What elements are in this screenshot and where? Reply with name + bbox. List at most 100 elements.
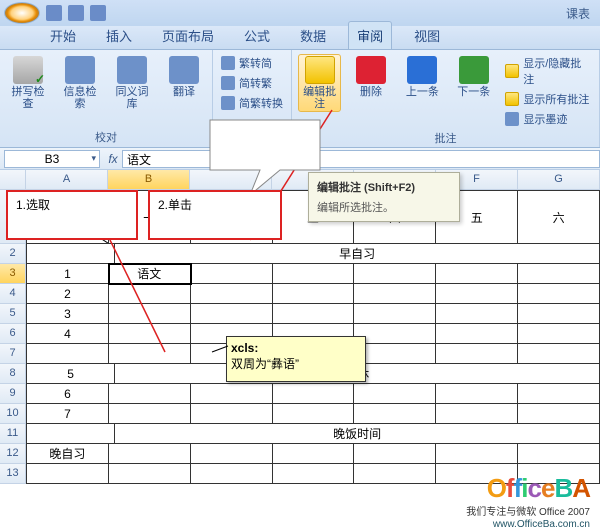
formula-input[interactable]: 语文 <box>122 150 600 168</box>
callout-select: 1.选取 <box>6 190 138 240</box>
cell-merged-r2[interactable]: 早自习 <box>115 244 600 264</box>
translate-button[interactable]: 翻译 <box>162 54 206 100</box>
rowhead-5[interactable]: 5 <box>0 304 26 324</box>
fx-icon[interactable]: fx <box>104 152 122 166</box>
delete-comment-button[interactable]: 删除 <box>349 54 392 100</box>
ink-icon <box>505 112 519 126</box>
tab-insert[interactable]: 插入 <box>98 22 140 49</box>
showall-icon <box>505 92 519 106</box>
cell-a10[interactable]: 7 <box>26 404 109 424</box>
tab-data[interactable]: 数据 <box>292 22 334 49</box>
edit-comment-tooltip: 编辑批注 (Shift+F2) 编辑所选批注。 <box>308 172 460 222</box>
tooltip-title: 编辑批注 (Shift+F2) <box>317 179 451 195</box>
qat-undo-icon[interactable] <box>68 5 84 21</box>
conv-icon <box>221 96 235 110</box>
footer-tagline: 我们专注与微软 Office 2007 <box>466 503 590 518</box>
group-chinese-label: 中文简繁转换 <box>219 127 285 145</box>
s2t-icon <box>221 76 235 90</box>
cell-a7[interactable] <box>26 344 109 364</box>
cell-g1[interactable]: 六 <box>518 190 600 244</box>
research-icon <box>65 56 95 84</box>
prev-icon <box>407 56 437 84</box>
tab-view[interactable]: 视图 <box>406 22 448 49</box>
tab-home[interactable]: 开始 <box>42 22 84 49</box>
office-button[interactable] <box>4 2 40 24</box>
simp-to-trad-button[interactable]: 简转繁 <box>219 74 285 92</box>
spelling-icon <box>13 56 43 84</box>
cell-g3[interactable] <box>518 264 600 284</box>
group-comments: 编辑批注 删除 上一条 下一条 显示/隐藏批注 显示所有批注 显示墨迹 批注 <box>292 50 600 147</box>
cell-b3-active[interactable]: 语文 <box>109 264 191 284</box>
ribbon: 拼写检查 信息检索 同义词库 翻译 校对 繁转简 简转繁 简繁转换 中文简繁转换… <box>0 50 600 148</box>
group-chinese: 繁转简 简转繁 简繁转换 中文简繁转换 <box>213 50 292 147</box>
cell-comment-popup: xcls: 双周为“彝语” <box>226 336 366 382</box>
qat-redo-icon[interactable] <box>90 5 106 21</box>
rowhead-6[interactable]: 6 <box>0 324 26 344</box>
show-all-comments-button[interactable]: 显示所有批注 <box>503 90 593 108</box>
thesaurus-icon <box>117 56 147 84</box>
cell-a5[interactable]: 3 <box>26 304 109 324</box>
tooltip-body: 编辑所选批注。 <box>317 199 451 215</box>
rowhead-7[interactable]: 7 <box>0 344 26 364</box>
window-title: 课表 <box>566 5 596 22</box>
next-icon <box>459 56 489 84</box>
group-proofing-label: 校对 <box>6 127 206 145</box>
rowhead-4[interactable]: 4 <box>0 284 26 304</box>
cell-e3[interactable] <box>354 264 436 284</box>
cell-d3[interactable] <box>273 264 355 284</box>
cell-a3[interactable]: 1 <box>26 264 109 284</box>
showhide-icon <box>505 64 519 78</box>
rowhead-3[interactable]: 3 <box>0 264 26 284</box>
next-comment-button[interactable]: 下一条 <box>452 54 495 100</box>
officeba-logo: OfficeBA <box>487 473 590 504</box>
qat-save-icon[interactable] <box>46 5 62 21</box>
group-comments-label: 批注 <box>298 128 593 146</box>
quick-access-toolbar <box>46 5 106 21</box>
select-all-corner[interactable] <box>0 170 26 190</box>
name-box[interactable]: B3 <box>4 150 100 168</box>
colhead-a[interactable]: A <box>26 170 108 190</box>
rowhead-12[interactable]: 12 <box>0 444 26 464</box>
tab-layout[interactable]: 页面布局 <box>154 22 222 49</box>
t2s-icon <box>221 56 235 70</box>
rowhead-11[interactable]: 11 <box>0 424 26 444</box>
cell-a2[interactable] <box>26 244 115 264</box>
cell-c3[interactable] <box>191 264 273 284</box>
cell-a6[interactable]: 4 <box>26 324 109 344</box>
colhead-b[interactable]: B <box>108 170 190 190</box>
cell-a4[interactable]: 2 <box>26 284 109 304</box>
show-ink-button[interactable]: 显示墨迹 <box>503 110 593 128</box>
thesaurus-button[interactable]: 同义词库 <box>110 54 154 112</box>
cell-merged-r11[interactable]: 晚饭时间 <box>115 424 600 444</box>
footer-url: www.OfficeBa.com.cn <box>493 519 590 530</box>
show-hide-comment-button[interactable]: 显示/隐藏批注 <box>503 54 593 88</box>
edit-comment-icon <box>305 56 335 84</box>
research-button[interactable]: 信息检索 <box>58 54 102 112</box>
rowhead-2[interactable]: 2 <box>0 244 26 264</box>
cell-a8[interactable]: 5 <box>26 364 115 384</box>
cell-f3[interactable] <box>436 264 518 284</box>
edit-comment-button[interactable]: 编辑批注 <box>298 54 341 112</box>
cell-a12[interactable]: 晚自习 <box>26 444 109 464</box>
rowhead-8[interactable]: 8 <box>0 364 26 384</box>
ribbon-tabs: 开始 插入 页面布局 公式 数据 审阅 视图 <box>0 26 600 50</box>
callout-click: 2.单击 <box>148 190 282 240</box>
rowhead-13[interactable]: 13 <box>0 464 26 484</box>
colhead-c[interactable] <box>190 170 272 190</box>
translate-icon <box>169 56 199 84</box>
tab-formulas[interactable]: 公式 <box>236 22 278 49</box>
formula-bar: B3 fx 语文 <box>0 148 600 170</box>
group-proofing: 拼写检查 信息检索 同义词库 翻译 校对 <box>0 50 213 147</box>
prev-comment-button[interactable]: 上一条 <box>401 54 444 100</box>
convert-button[interactable]: 简繁转换 <box>219 94 285 112</box>
spelling-button[interactable]: 拼写检查 <box>6 54 50 112</box>
trad-to-simp-button[interactable]: 繁转简 <box>219 54 285 72</box>
tab-review[interactable]: 审阅 <box>348 21 392 49</box>
delete-icon <box>356 56 386 84</box>
colhead-g[interactable]: G <box>518 170 600 190</box>
rowhead-10[interactable]: 10 <box>0 404 26 424</box>
cell-a11[interactable] <box>26 424 115 444</box>
comment-text: 双周为“彝语” <box>231 357 299 371</box>
cell-a9[interactable]: 6 <box>26 384 109 404</box>
rowhead-9[interactable]: 9 <box>0 384 26 404</box>
